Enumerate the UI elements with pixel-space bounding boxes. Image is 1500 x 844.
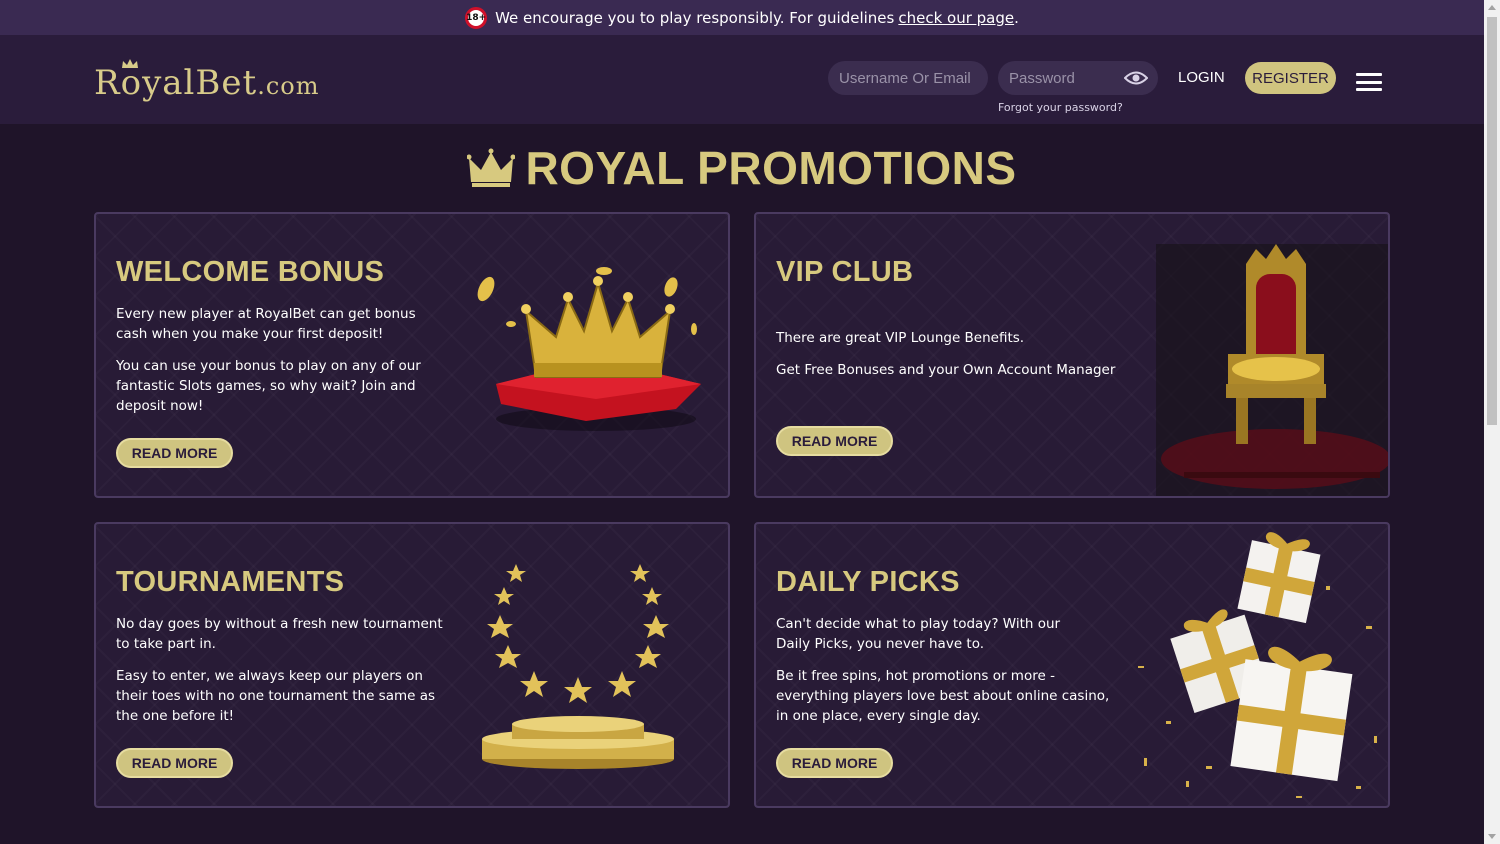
- site-header: RoyalBet.com Forgot your password? LOGIN…: [0, 35, 1484, 124]
- username-input[interactable]: [828, 61, 988, 95]
- logo-main-text: RoyalBet: [94, 63, 258, 103]
- read-more-button[interactable]: READ MORE: [776, 748, 893, 778]
- promo-card-tournaments: TOURNAMENTS No day goes by without a fre…: [94, 522, 730, 808]
- forgot-password-link[interactable]: Forgot your password?: [998, 101, 1123, 114]
- read-more-button[interactable]: READ MORE: [776, 426, 893, 456]
- scrollbar-thumb[interactable]: [1487, 17, 1497, 425]
- stars-podium-image: [482, 564, 674, 769]
- notice-text: We encourage you to play responsibly. Fo…: [495, 8, 895, 27]
- card-title: DAILY PICKS: [776, 566, 960, 598]
- register-button[interactable]: REGISTER: [1245, 62, 1336, 94]
- page-title-row: ROYAL PROMOTIONS: [0, 138, 1484, 198]
- promo-card-vip-club: VIP CLUB There are great VIP Lounge Bene…: [754, 212, 1390, 498]
- card-paragraph: Be it free spins, hot promotions or more…: [776, 668, 1110, 724]
- read-more-button[interactable]: READ MORE: [116, 748, 233, 778]
- responsible-gaming-notice: 18+ We encourage you to play responsibly…: [0, 0, 1484, 35]
- login-button[interactable]: LOGIN: [1178, 69, 1225, 86]
- crown-on-cushion-image: [477, 267, 701, 431]
- scroll-down-arrow-icon[interactable]: [1488, 834, 1496, 839]
- card-paragraph: Get Free Bonuses and your Own Account Ma…: [776, 362, 1116, 378]
- card-paragraph: Every new player at RoyalBet can get bon…: [116, 306, 416, 342]
- page-scrollbar[interactable]: [1484, 0, 1500, 844]
- card-title: VIP CLUB: [776, 256, 914, 288]
- golden-throne-image: [1156, 244, 1388, 496]
- logo-suffix-text: .com: [257, 72, 320, 100]
- card-title: TOURNAMENTS: [116, 566, 345, 598]
- scroll-up-arrow-icon[interactable]: [1488, 5, 1496, 10]
- guidelines-link[interactable]: check our page: [898, 9, 1014, 27]
- gift-boxes-image: [1138, 532, 1377, 798]
- card-title: WELCOME BONUS: [116, 256, 385, 288]
- card-paragraph: You can use your bonus to play on any of…: [116, 358, 421, 414]
- notice-period: .: [1014, 8, 1019, 27]
- card-paragraph: Can't decide what to play today? With ou…: [776, 616, 1061, 652]
- hamburger-menu-icon[interactable]: [1356, 73, 1382, 91]
- card-paragraph: There are great VIP Lounge Benefits.: [776, 330, 1025, 346]
- card-paragraph: No day goes by without a fresh new tourn…: [116, 616, 443, 652]
- crown-icon: [467, 148, 516, 187]
- age-18-icon: 18+: [465, 6, 488, 29]
- card-paragraph: Easy to enter, we always keep our player…: [116, 668, 436, 724]
- show-password-eye-icon[interactable]: [1124, 70, 1148, 86]
- read-more-button[interactable]: READ MORE: [116, 438, 233, 468]
- site-logo[interactable]: RoyalBet.com: [94, 63, 319, 103]
- page-title: ROYAL PROMOTIONS: [525, 142, 1017, 194]
- promo-card-welcome-bonus: WELCOME BONUS Every new player at RoyalB…: [94, 212, 730, 498]
- promo-card-daily-picks: DAILY PICKS Can't decide what to play to…: [754, 522, 1390, 808]
